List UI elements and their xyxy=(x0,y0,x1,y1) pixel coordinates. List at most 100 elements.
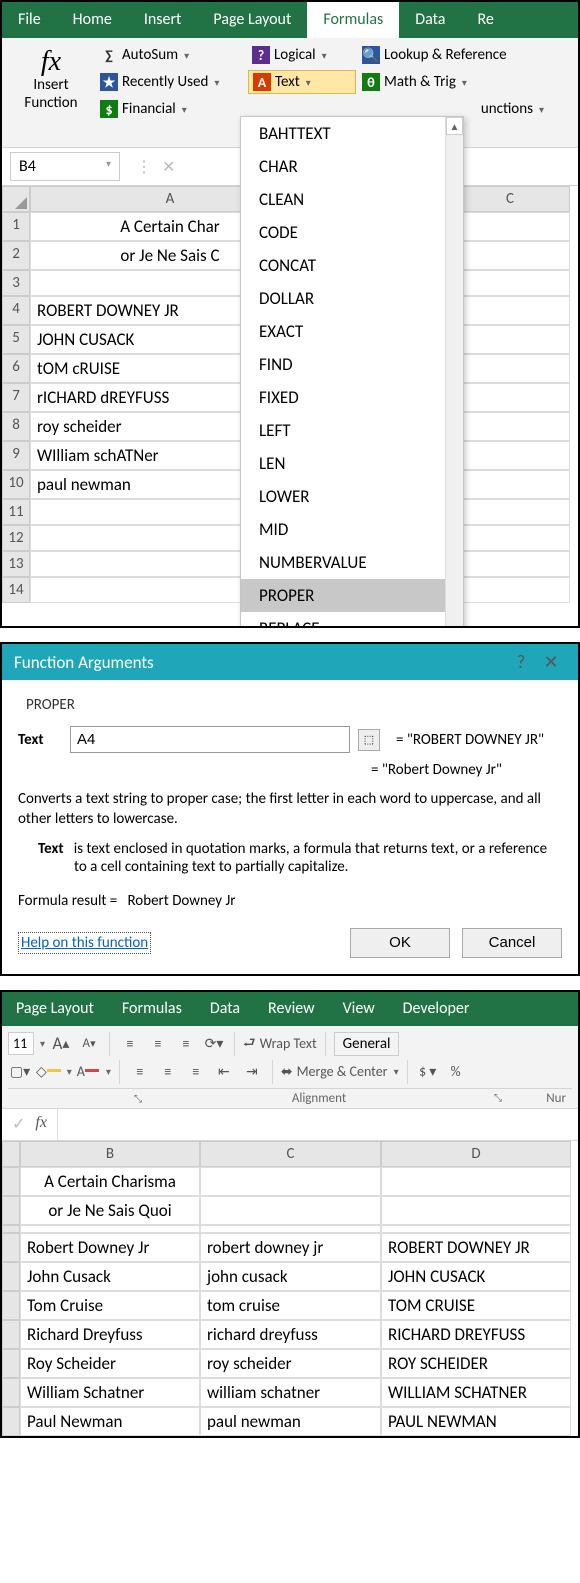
range-selector-button[interactable]: ⬚ xyxy=(358,729,380,751)
name-box[interactable]: B4 ▾ xyxy=(10,152,120,181)
text-fn-clean[interactable]: CLEAN xyxy=(241,183,463,216)
arg-input[interactable] xyxy=(70,726,350,753)
font-color-button[interactable]: A xyxy=(76,1060,100,1084)
text-fn-numbervalue[interactable]: NUMBERVALUE xyxy=(241,546,463,579)
cell[interactable]: ROBERT DOWNEY JR xyxy=(381,1233,571,1262)
row-header[interactable]: 13 xyxy=(2,551,30,577)
decrease-indent-button[interactable]: ⇤ xyxy=(212,1060,236,1084)
tab-home[interactable]: Home xyxy=(57,2,128,38)
cell[interactable] xyxy=(381,1167,571,1196)
cell[interactable] xyxy=(450,499,570,525)
tab-data[interactable]: Data xyxy=(196,992,254,1026)
number-format-select[interactable]: General xyxy=(334,1032,400,1056)
cell[interactable]: Richard Dreyfuss xyxy=(20,1320,200,1349)
lookup-button[interactable]: 🔍Lookup & Reference xyxy=(358,44,548,66)
cancel-button[interactable]: Cancel xyxy=(462,928,562,958)
text-fn-mid[interactable]: MID xyxy=(241,513,463,546)
increase-indent-button[interactable]: ⇥ xyxy=(240,1060,264,1084)
cell[interactable] xyxy=(450,470,570,499)
fx-icon[interactable]: fx xyxy=(35,1114,47,1134)
tab-insert[interactable]: Insert xyxy=(128,2,198,38)
cell[interactable] xyxy=(450,270,570,296)
cell[interactable]: JOHN CUSACK xyxy=(381,1262,571,1291)
cell[interactable]: tom cruise xyxy=(200,1291,381,1320)
row-header[interactable]: 7 xyxy=(2,383,30,412)
tab-page-layout[interactable]: Page Layout xyxy=(2,992,108,1026)
help-button[interactable]: ? xyxy=(506,650,536,674)
col-header-c[interactable]: C xyxy=(200,1141,381,1167)
currency-button[interactable]: $ ▾ xyxy=(416,1060,440,1084)
text-fn-fixed[interactable]: FIXED xyxy=(241,381,463,414)
cell[interactable]: John Cusack xyxy=(20,1262,200,1291)
select-all-corner[interactable] xyxy=(2,186,30,212)
text-fn-concat[interactable]: CONCAT xyxy=(241,249,463,282)
tab-developer[interactable]: Developer xyxy=(389,992,484,1026)
row-header[interactable]: 3 xyxy=(2,270,30,296)
text-fn-len[interactable]: LEN xyxy=(241,447,463,480)
row-header[interactable]: 6 xyxy=(2,354,30,383)
cell[interactable]: ROY SCHEIDER xyxy=(381,1349,571,1378)
cell[interactable] xyxy=(450,325,570,354)
text-fn-exact[interactable]: EXACT xyxy=(241,315,463,348)
tab-formulas[interactable]: Formulas xyxy=(307,2,399,38)
cell[interactable] xyxy=(200,1196,381,1225)
wrap-text-button[interactable]: ⮐Wrap Text xyxy=(243,1032,317,1056)
text-fn-bahttext[interactable]: BAHTTEXT xyxy=(241,117,463,150)
text-fn-left[interactable]: LEFT xyxy=(241,414,463,447)
text-fn-replace[interactable]: REPLACE xyxy=(241,612,463,628)
cell[interactable] xyxy=(450,383,570,412)
cell[interactable] xyxy=(381,1196,571,1225)
col-header-c[interactable]: C xyxy=(450,186,570,212)
logical-button[interactable]: ?Logical▾ xyxy=(248,44,356,66)
row-header[interactable]: 1 xyxy=(2,212,30,241)
chevron-down-icon[interactable]: ▾ xyxy=(106,1065,111,1078)
row-header[interactable]: 5 xyxy=(2,325,30,354)
font-size-input[interactable]: 11 xyxy=(8,1032,34,1055)
chevron-down-icon[interactable]: ▾ xyxy=(67,1065,72,1078)
worksheet-grid[interactable]: B C D xyxy=(2,1141,578,1167)
cell[interactable]: PAUL NEWMAN xyxy=(381,1407,571,1436)
cell[interactable]: RICHARD DREYFUSS xyxy=(381,1320,571,1349)
align-center-button[interactable]: ≡ xyxy=(156,1060,180,1084)
text-fn-proper[interactable]: PROPER xyxy=(241,579,463,612)
text-fn-find[interactable]: FIND xyxy=(241,348,463,381)
tab-formulas[interactable]: Formulas xyxy=(108,992,196,1026)
fill-color-button[interactable]: ◇ xyxy=(36,1060,61,1084)
cell[interactable]: robert downey jr xyxy=(200,1233,381,1262)
cell[interactable] xyxy=(20,1225,200,1233)
cell[interactable]: A Certain Charisma xyxy=(20,1167,200,1196)
cell[interactable]: TOM CRUISE xyxy=(381,1291,571,1320)
help-link[interactable]: Help on this function xyxy=(18,932,151,954)
autosum-button[interactable]: ∑AutoSum▾ xyxy=(96,44,246,66)
cell[interactable] xyxy=(381,1225,571,1233)
cell[interactable]: Robert Downey Jr xyxy=(20,1233,200,1262)
cell[interactable] xyxy=(450,441,570,470)
cell[interactable]: richard dreyfuss xyxy=(200,1320,381,1349)
cell[interactable]: Roy Scheider xyxy=(20,1349,200,1378)
row-header[interactable]: 8 xyxy=(2,412,30,441)
cell[interactable]: william schatner xyxy=(200,1378,381,1407)
row-header[interactable]: 2 xyxy=(2,241,30,270)
row-header[interactable]: 11 xyxy=(2,499,30,525)
cell[interactable]: paul newman xyxy=(200,1407,381,1436)
col-header-b[interactable]: B xyxy=(20,1141,200,1167)
more-functions-button[interactable]: unctions▾ xyxy=(477,98,548,120)
formula-bar[interactable] xyxy=(57,1109,578,1140)
row-header[interactable]: 12 xyxy=(2,525,30,551)
chevron-down-icon[interactable]: ▾ xyxy=(106,157,111,170)
cell[interactable] xyxy=(450,551,570,577)
tab-file[interactable]: File xyxy=(2,2,57,38)
cell[interactable] xyxy=(450,525,570,551)
tab-review-trunc[interactable]: Re xyxy=(461,2,509,38)
cell[interactable] xyxy=(450,412,570,441)
col-header-d[interactable]: D xyxy=(381,1141,571,1167)
orientation-button[interactable]: ⟳▾ xyxy=(202,1032,226,1056)
ok-button[interactable]: OK xyxy=(350,928,450,958)
align-top-button[interactable]: ≡ xyxy=(118,1032,142,1056)
border-button[interactable]: ▢▾ xyxy=(8,1060,32,1084)
cell[interactable]: Paul Newman xyxy=(20,1407,200,1436)
increase-font-button[interactable]: A▴ xyxy=(49,1032,73,1056)
scroll-up-icon[interactable]: ▲ xyxy=(446,117,463,135)
cell[interactable] xyxy=(200,1225,381,1233)
tab-data[interactable]: Data xyxy=(399,2,461,38)
